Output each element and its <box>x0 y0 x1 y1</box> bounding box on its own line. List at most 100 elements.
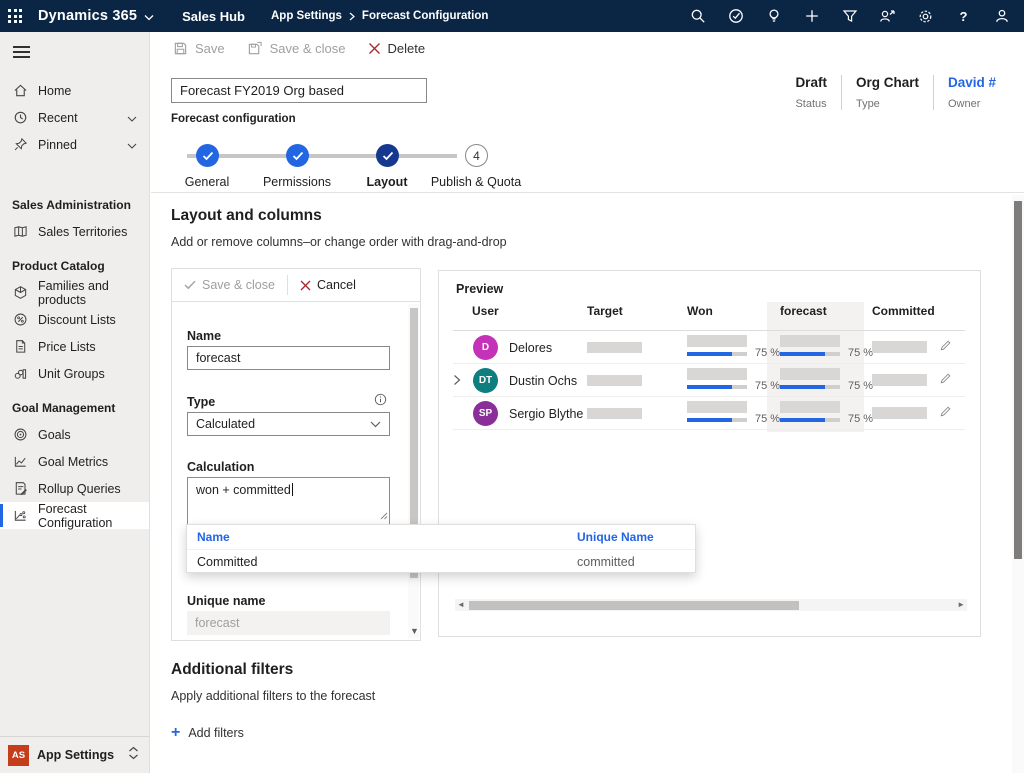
account-icon[interactable] <box>993 8 1010 25</box>
step-general-dot[interactable] <box>196 144 219 167</box>
step-general-label[interactable]: General <box>185 175 229 189</box>
avatar: SP <box>473 401 498 426</box>
pin-icon <box>12 137 28 153</box>
info-icon[interactable] <box>374 393 387 411</box>
sidebar-item-rollup-queries[interactable]: Rollup Queries <box>0 475 149 502</box>
column-name-input[interactable]: forecast <box>187 346 390 370</box>
sidebar-item-goals[interactable]: Goals <box>0 421 149 448</box>
waffle-icon[interactable] <box>0 0 30 32</box>
breadcrumb-section[interactable]: App Settings <box>271 10 342 22</box>
target-icon <box>12 427 28 443</box>
top-navbar: Dynamics 365 Sales Hub App Settings Fore… <box>0 0 1024 32</box>
record-meta: Draft Status Org Chart Type David # Owne… <box>781 75 1010 110</box>
search-icon[interactable] <box>689 8 706 25</box>
step-permissions-dot[interactable] <box>286 144 309 167</box>
target-placeholder <box>587 342 642 353</box>
edit-pencil-icon[interactable] <box>939 405 952 423</box>
step-layout-dot[interactable] <box>376 144 399 167</box>
breadcrumb-separator-icon <box>349 12 355 21</box>
calculation-suggestion-flyout: Name Unique Name Committed committed <box>186 524 696 573</box>
sidebar-item-families-and-products[interactable]: Families and products <box>0 279 149 306</box>
scroll-down-arrow-icon[interactable]: ▼ <box>410 626 419 636</box>
editor-save-close-button[interactable]: Save & close <box>172 269 287 301</box>
additional-filters-subtitle: Apply additional filters to the forecast <box>171 689 375 703</box>
sidebar-item-unit-groups[interactable]: Unit Groups <box>0 360 149 387</box>
sidebar-item-label: Discount Lists <box>38 313 116 327</box>
calculation-textarea[interactable]: won + committed <box>187 477 390 525</box>
step-layout-label[interactable]: Layout <box>367 175 408 189</box>
committed-placeholder <box>872 407 927 419</box>
name-field-label: Name <box>187 329 221 343</box>
check-icon <box>184 280 196 290</box>
chevron-down-icon[interactable] <box>127 138 137 152</box>
add-filters-button[interactable]: + Add filters <box>171 725 244 741</box>
sidebar-item-forecast-configuration[interactable]: Forecast Configuration <box>0 502 149 529</box>
forecast-percent: 75 % <box>848 347 873 359</box>
chevron-down-icon[interactable] <box>127 111 137 125</box>
editor-cancel-button[interactable]: Cancel <box>288 269 368 301</box>
meta-owner: David # Owner <box>933 75 1010 110</box>
unique-name-input-disabled: forecast <box>187 611 390 635</box>
editor-scrollbar[interactable]: ▼ <box>408 304 419 638</box>
map-book-icon <box>12 224 28 240</box>
hub-name[interactable]: Sales Hub <box>182 9 245 24</box>
preview-row-sergio: SP Sergio Blythe 75 % 75 % <box>453 397 965 430</box>
sidebar-item-home[interactable]: Home <box>0 77 149 104</box>
target-placeholder <box>587 375 642 386</box>
app-switcher[interactable]: AS App Settings <box>0 736 149 773</box>
hamburger-menu-icon[interactable] <box>0 32 149 71</box>
won-progress <box>687 385 747 389</box>
settings-gear-icon[interactable] <box>917 8 934 25</box>
sidebar-item-sales-territories[interactable]: Sales Territories <box>0 218 149 245</box>
scroll-right-arrow-icon[interactable]: ► <box>957 600 965 609</box>
sidebar-item-price-lists[interactable]: Price Lists <box>0 333 149 360</box>
scroll-left-arrow-icon[interactable]: ◄ <box>457 600 465 609</box>
sidebar-item-goal-metrics[interactable]: Goal Metrics <box>0 448 149 475</box>
horizontal-scrollbar-thumb[interactable] <box>469 601 799 610</box>
step-permissions-label[interactable]: Permissions <box>263 175 331 189</box>
share-contact-icon[interactable] <box>879 8 896 25</box>
plus-icon[interactable] <box>803 8 820 25</box>
step-publish-dot[interactable]: 4 <box>465 144 488 167</box>
sidebar-item-pinned[interactable]: Pinned <box>0 131 149 158</box>
col-header-committed: Committed <box>872 304 935 318</box>
save-button[interactable]: Save <box>173 41 225 56</box>
edit-pencil-icon[interactable] <box>939 372 952 390</box>
app-settings-badge: AS <box>8 745 29 766</box>
additional-filters-title: Additional filters <box>171 661 293 679</box>
meta-status: Draft Status <box>781 75 841 110</box>
doc-pencil-icon <box>12 481 28 497</box>
edit-pencil-icon[interactable] <box>939 339 952 357</box>
main-vertical-scrollbar[interactable] <box>1012 195 1024 773</box>
chevron-down-icon <box>370 421 381 428</box>
target-placeholder <box>587 408 642 419</box>
sidebar: Home Recent Pinned Sales Administration … <box>0 32 150 773</box>
type-select[interactable]: Calculated <box>187 412 390 436</box>
save-and-close-button[interactable]: Save & close <box>247 41 346 56</box>
sidebar-item-discount-lists[interactable]: Discount Lists <box>0 306 149 333</box>
sidebar-item-recent[interactable]: Recent <box>0 104 149 131</box>
expand-chevron-icon[interactable] <box>453 373 461 391</box>
owner-link[interactable]: David # <box>948 75 996 90</box>
filter-icon[interactable] <box>841 8 858 25</box>
editor-toolbar: Save & close Cancel <box>172 269 420 302</box>
delete-button[interactable]: Delete <box>368 41 426 56</box>
lightbulb-icon[interactable] <box>765 8 782 25</box>
main-content: Forecast configuration Draft Status Org … <box>151 65 1024 773</box>
forecast-name-input[interactable] <box>171 78 427 103</box>
check-circle-icon[interactable] <box>727 8 744 25</box>
column-editor-panel: Save & close Cancel Name forecast Type C… <box>171 268 421 641</box>
vertical-scrollbar-thumb[interactable] <box>1014 201 1022 559</box>
app-title[interactable]: Dynamics 365 <box>38 8 137 24</box>
suggestion-row-committed[interactable]: Committed committed <box>187 550 695 573</box>
preview-horizontal-scrollbar[interactable]: ◄ ► <box>455 599 967 611</box>
meta-type: Org Chart Type <box>841 75 933 110</box>
swap-app-icon[interactable] <box>128 746 139 765</box>
forecast-placeholder <box>780 335 840 347</box>
won-placeholder <box>687 368 747 380</box>
chevron-down-icon[interactable] <box>144 8 154 26</box>
col-header-user: User <box>472 304 499 318</box>
resize-handle-icon[interactable] <box>380 509 388 523</box>
help-icon[interactable]: ? <box>955 8 972 25</box>
step-publish-label[interactable]: Publish & Quota <box>431 175 521 189</box>
